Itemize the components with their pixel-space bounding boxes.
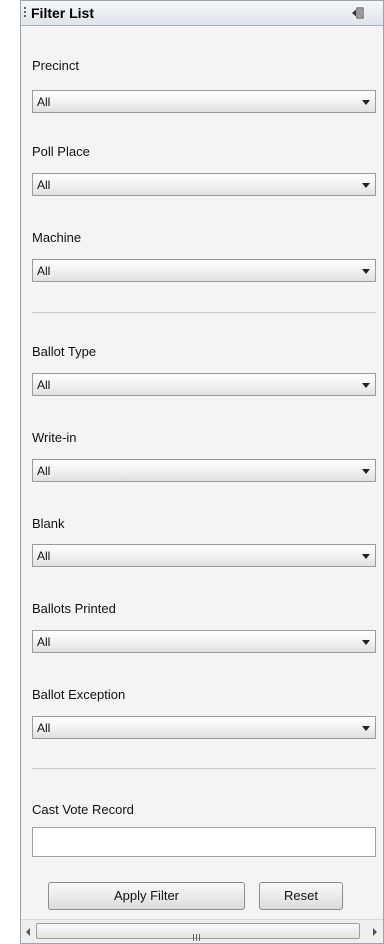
scroll-left-button[interactable] [22,924,36,940]
cast-vote-record-input[interactable] [32,827,376,857]
dropdown-arrow-icon [362,383,370,388]
ballot-type-select[interactable]: All [32,373,376,396]
ballot-exception-label: Ballot Exception [32,687,126,702]
section-divider [32,312,376,313]
section-divider [32,768,376,769]
dropdown-arrow-icon [362,269,370,274]
machine-value: All [37,264,51,278]
dropdown-arrow-icon [362,640,370,645]
filter-list-panel: Filter List Precinct All Poll Place All … [20,0,384,944]
blank-select[interactable]: All [32,544,376,567]
ballot-type-value: All [37,378,51,392]
precinct-select[interactable]: All [32,90,376,113]
poll-place-label: Poll Place [32,144,90,159]
machine-select[interactable]: All [32,259,376,282]
precinct-label: Precinct [32,58,79,73]
poll-place-select[interactable]: All [32,173,376,196]
ballot-exception-select[interactable]: All [32,716,376,739]
write-in-select[interactable]: All [32,459,376,482]
blank-label: Blank [32,516,65,531]
dropdown-arrow-icon [362,100,370,105]
blank-value: All [37,549,51,563]
write-in-value: All [37,464,51,478]
scroll-right-button[interactable] [368,924,382,940]
cast-vote-record-label: Cast Vote Record [32,802,134,817]
ballot-exception-value: All [37,721,51,735]
apply-filter-button[interactable]: Apply Filter [48,882,245,910]
poll-place-value: All [37,178,51,192]
write-in-label: Write-in [32,430,77,445]
scroll-thumb[interactable] [36,923,360,941]
precinct-value: All [37,95,51,109]
drag-grip-icon[interactable] [24,7,27,21]
dropdown-arrow-icon [362,469,370,474]
scroll-grip-icon [193,928,202,941]
panel-title: Filter List [31,5,95,21]
ballots-printed-select[interactable]: All [32,630,376,653]
collapse-panel-icon[interactable] [351,6,365,20]
scroll-right-icon [373,928,377,936]
horizontal-scrollbar[interactable] [21,919,383,943]
ballot-type-label: Ballot Type [32,344,97,359]
panel-header: Filter List [21,1,383,26]
reset-button[interactable]: Reset [259,882,343,910]
dropdown-arrow-icon [362,726,370,731]
ballots-printed-value: All [37,635,51,649]
scroll-left-icon [26,928,30,936]
ballots-printed-label: Ballots Printed [32,601,116,616]
dropdown-arrow-icon [362,183,370,188]
machine-label: Machine [32,230,82,245]
dropdown-arrow-icon [362,554,370,559]
